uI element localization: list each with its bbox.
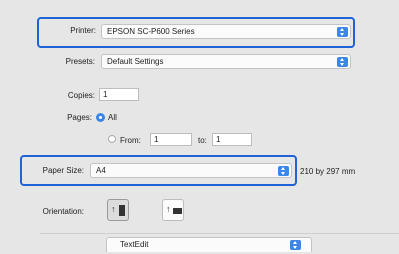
- app-section-popup[interactable]: TextEdit: [106, 237, 312, 252]
- landscape-page-icon: [173, 208, 182, 214]
- paper-size-label: Paper Size:: [42, 166, 84, 175]
- portrait-arrow-icon: ↑: [111, 204, 116, 214]
- paper-size-popup[interactable]: A4: [90, 163, 292, 178]
- presets-label: Presets:: [65, 57, 95, 66]
- pages-to-label: to:: [198, 136, 207, 145]
- copies-label: Copies:: [67, 91, 95, 100]
- popup-arrows-icon: [290, 240, 301, 250]
- portrait-page-icon: [119, 205, 125, 216]
- pages-all-radio[interactable]: [96, 113, 105, 122]
- paper-size-dims: 210 by 297 mm: [300, 167, 356, 176]
- copies-field[interactable]: 1: [99, 88, 139, 101]
- presets-value: Default Settings: [107, 57, 164, 66]
- presets-popup[interactable]: Default Settings: [101, 54, 351, 69]
- orientation-portrait-button[interactable]: ↑: [107, 199, 129, 221]
- app-section-value: TextEdit: [120, 240, 149, 249]
- section-divider: [40, 233, 399, 234]
- pages-label: Pages:: [67, 113, 92, 122]
- pages-to-field[interactable]: 1: [212, 133, 252, 146]
- popup-arrows-icon: [278, 166, 289, 176]
- printer-label: Printer:: [70, 26, 96, 35]
- orientation-label: Orientation:: [42, 207, 84, 216]
- landscape-arrow-icon: ↑: [166, 204, 171, 214]
- pages-from-radio[interactable]: [108, 135, 116, 143]
- paper-size-value: A4: [96, 166, 106, 175]
- orientation-landscape-button[interactable]: ↑: [162, 199, 184, 221]
- printer-popup[interactable]: EPSON SC-P600 Series: [101, 24, 351, 39]
- popup-arrows-icon: [337, 27, 348, 37]
- pages-from-label: From:: [120, 136, 141, 145]
- pages-all-label: All: [108, 113, 117, 122]
- pages-from-field[interactable]: 1: [150, 133, 192, 146]
- printer-value: EPSON SC-P600 Series: [107, 27, 195, 36]
- popup-arrows-icon: [337, 57, 348, 67]
